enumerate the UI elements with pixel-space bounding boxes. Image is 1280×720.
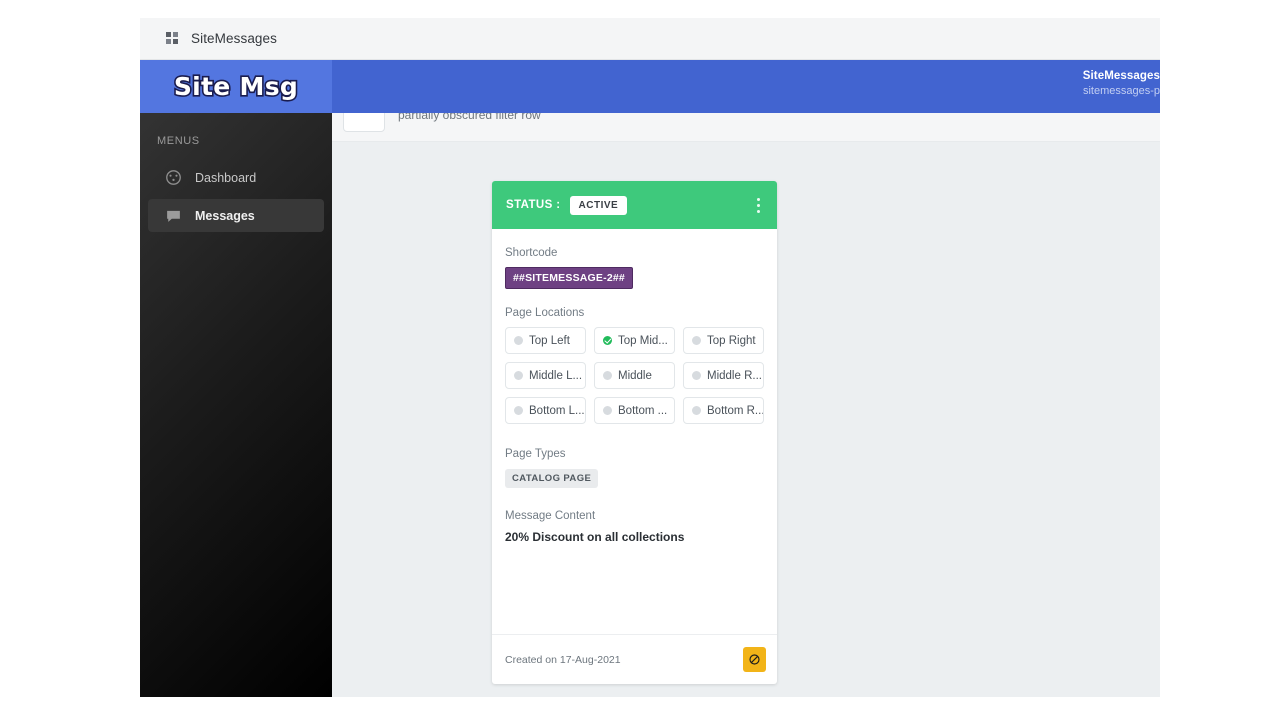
sidebar-item-dashboard-label: Dashboard: [195, 170, 257, 185]
browser-title-bar: SiteMessages: [140, 18, 1160, 60]
account-name: SiteMessages: [1082, 70, 1160, 82]
card-header: STATUS : ACTIVE: [492, 181, 777, 229]
location-chip-bottom-left[interactable]: Bottom L...: [505, 397, 586, 424]
page-locations-label: Page Locations: [505, 307, 585, 319]
location-chip-label: Middle R...: [707, 369, 762, 382]
shortcode-value[interactable]: ##SITEMESSAGE-2##: [505, 267, 633, 289]
message-content-label: Message Content: [505, 510, 596, 522]
card-body: Shortcode ##SITEMESSAGE-2## Page Locatio…: [492, 229, 777, 634]
page-type-badge: CATALOG PAGE: [505, 469, 599, 488]
location-chip-middle[interactable]: Middle: [594, 362, 675, 389]
prohibition-icon: [749, 654, 760, 665]
location-chip-middle-right[interactable]: Middle R...: [683, 362, 764, 389]
page-locations-grid: Top Left Top Mid... Top Right Middle L..…: [505, 327, 764, 424]
check-circle-icon: [603, 336, 612, 345]
sidebar: MENUS Dashboard Messages: [140, 113, 332, 697]
shortcode-label: Shortcode: [505, 247, 558, 259]
location-chip-top-middle[interactable]: Top Mid...: [594, 327, 675, 354]
sidebar-item-dashboard[interactable]: Dashboard: [148, 161, 324, 194]
radio-icon: [692, 371, 701, 380]
account-subdomain: sitemessages-p: [1082, 85, 1160, 97]
radio-icon: [692, 336, 701, 345]
location-chip-top-right[interactable]: Top Right: [683, 327, 764, 354]
app-logo[interactable]: Site Msg: [140, 60, 332, 113]
browser-title: SiteMessages: [191, 31, 277, 46]
radio-icon: [514, 406, 523, 415]
page-types-label: Page Types: [505, 448, 566, 460]
location-chip-label: Bottom R...: [707, 404, 764, 417]
message-card: STATUS : ACTIVE Shortcode ##SITEMESSAGE-…: [492, 181, 777, 684]
radio-icon: [514, 371, 523, 380]
app-header: Site Msg SiteMessages sitemessages-p: [140, 60, 1160, 113]
main-content: partially obscured filter row STATUS : A…: [332, 60, 1160, 697]
location-chip-middle-left[interactable]: Middle L...: [505, 362, 586, 389]
location-chip-label: Top Right: [707, 334, 756, 347]
location-chip-top-left[interactable]: Top Left: [505, 327, 586, 354]
status-badge: ACTIVE: [569, 195, 628, 215]
created-date: Created on 17-Aug-2021: [505, 653, 621, 666]
card-footer: Created on 17-Aug-2021: [492, 634, 777, 684]
location-chip-bottom-middle[interactable]: Bottom ...: [594, 397, 675, 424]
location-chip-label: Top Left: [529, 334, 570, 347]
radio-icon: [603, 406, 612, 415]
location-chip-label: Bottom ...: [618, 404, 668, 417]
radio-icon: [514, 336, 523, 345]
speedometer-icon: [164, 169, 182, 187]
radio-icon: [603, 371, 612, 380]
location-chip-bottom-right[interactable]: Bottom R...: [683, 397, 764, 424]
message-content-value: 20% Discount on all collections: [505, 530, 685, 544]
sidebar-item-messages[interactable]: Messages: [148, 199, 324, 232]
app-logo-text: Site Msg: [172, 70, 299, 102]
kebab-menu-icon[interactable]: [749, 194, 767, 216]
status-label: STATUS :: [506, 199, 561, 211]
sidebar-item-messages-label: Messages: [195, 208, 255, 223]
location-chip-label: Middle: [618, 369, 652, 382]
account-info[interactable]: SiteMessages sitemessages-p: [1005, 69, 1160, 99]
apps-grid-icon: [166, 32, 179, 45]
location-chip-label: Middle L...: [529, 369, 583, 382]
chat-bubble-icon: [164, 207, 182, 225]
location-chip-label: Bottom L...: [529, 404, 585, 417]
sidebar-section-label: MENUS: [157, 135, 200, 147]
app-viewport: SiteMessages Site Msg SiteMessages sitem…: [140, 18, 1160, 697]
location-chip-label: Top Mid...: [618, 334, 668, 347]
filter-toolbar: partially obscured filter row: [332, 108, 1160, 142]
disable-button[interactable]: [743, 647, 766, 672]
radio-icon: [692, 406, 701, 415]
